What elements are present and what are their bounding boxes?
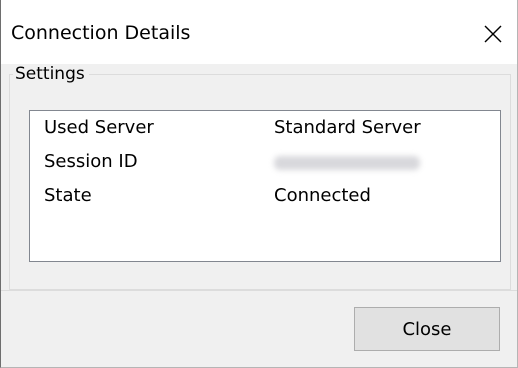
state-label: State	[44, 185, 92, 206]
dialog-title: Connection Details	[11, 22, 191, 44]
title-bar: Connection Details	[1, 0, 517, 64]
session-id-value-redacted	[274, 151, 420, 175]
used-server-value: Standard Server	[274, 117, 421, 138]
settings-info-panel: Used Server Standard Server Session ID S…	[29, 110, 501, 262]
used-server-label: Used Server	[44, 117, 154, 138]
close-button[interactable]: Close	[354, 307, 500, 351]
close-x-icon[interactable]	[471, 14, 515, 54]
footer-separator	[1, 290, 517, 291]
close-x-glyph	[484, 25, 502, 43]
settings-group-label: Settings	[13, 64, 89, 84]
connection-details-dialog: Connection Details Settings Used Server …	[0, 0, 518, 368]
state-value: Connected	[274, 185, 371, 206]
redacted-blur	[274, 156, 420, 170]
session-id-label: Session ID	[44, 151, 138, 172]
